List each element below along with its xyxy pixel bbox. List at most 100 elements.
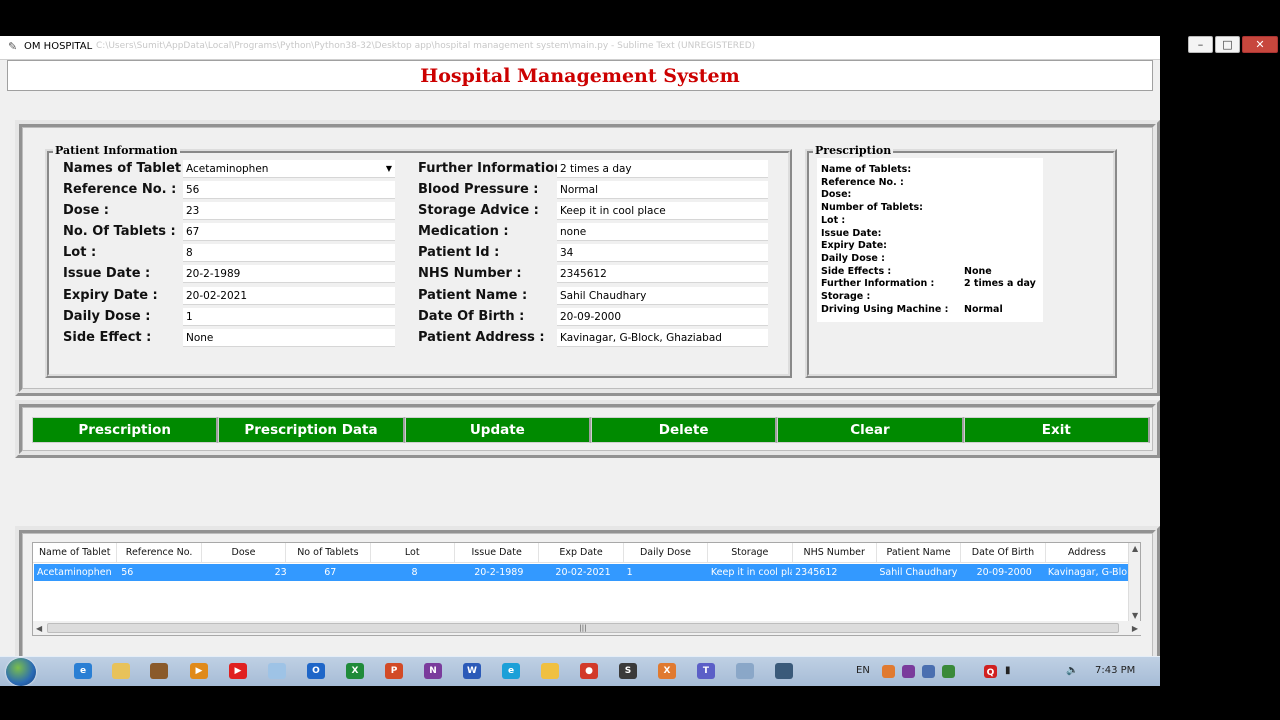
column-header[interactable]: Lot xyxy=(371,543,455,562)
exit-button[interactable]: Exit xyxy=(963,417,1150,443)
horizontal-scrollbar[interactable]: ◀ ||| ▶ xyxy=(33,621,1141,635)
column-header[interactable]: Dose xyxy=(202,543,287,562)
word-icon[interactable]: W xyxy=(463,663,481,679)
chrome-icon[interactable]: ● xyxy=(580,663,598,679)
teams-icon[interactable]: T xyxy=(697,663,715,679)
prescription-button[interactable]: Prescription xyxy=(32,417,219,443)
left-input[interactable]: 20-2-1989 xyxy=(183,265,395,283)
horizontal-scroll-thumb[interactable]: ||| xyxy=(47,623,1119,633)
left-input[interactable]: None xyxy=(183,329,395,347)
maximize-button[interactable]: □ xyxy=(1215,36,1240,53)
left-input[interactable]: 23 xyxy=(183,202,395,220)
prescription-preview: Name of Tablets: Reference No. : Dose: Numb… xyxy=(817,158,1043,322)
tk-window-icon[interactable] xyxy=(775,663,793,679)
clock[interactable]: 7:43 PM xyxy=(1095,665,1135,676)
xampp-icon[interactable]: X xyxy=(658,663,676,679)
close-button[interactable]: ✕ xyxy=(1242,36,1278,53)
tray-quickheal-icon[interactable]: Q xyxy=(984,665,997,678)
left-input[interactable]: 20-02-2021 xyxy=(183,287,395,305)
vertical-scrollbar[interactable]: ▲ ▼ xyxy=(1128,543,1140,621)
prescription-table[interactable]: Name of Tablet Reference No. Dose No of Tab… xyxy=(32,542,1141,636)
left-label: Daily Dose : xyxy=(63,309,151,324)
left-input-value: None xyxy=(186,332,214,344)
tray-app-icon[interactable] xyxy=(882,665,895,678)
player-icon[interactable]: ▶ xyxy=(190,663,208,679)
left-label: Names of Tablet : xyxy=(63,161,191,176)
column-header[interactable]: Issue Date xyxy=(455,543,540,562)
outlook-icon[interactable]: O xyxy=(307,663,325,679)
right-input[interactable]: none xyxy=(557,223,768,241)
tray-sync-icon[interactable] xyxy=(942,665,955,678)
prescription-line-label: Number of Tablets: xyxy=(821,202,923,214)
column-header[interactable]: No of Tablets xyxy=(286,543,371,562)
right-input[interactable]: 34 xyxy=(557,244,768,262)
taskbar: e ▶ ▶ O X P N W e ● S X T EN Q ▮ 🔈 7:43 … xyxy=(0,656,1160,686)
left-input[interactable]: 8 xyxy=(183,244,395,262)
right-input[interactable]: 2345612 xyxy=(557,265,768,283)
column-header[interactable]: Name of Tablet xyxy=(33,543,118,562)
left-input-value: 23 xyxy=(186,205,200,217)
scroll-up-icon[interactable]: ▲ xyxy=(1132,544,1138,553)
column-header[interactable]: Patient Name xyxy=(877,543,962,562)
left-input-value: 20-2-1989 xyxy=(186,268,241,280)
powerpoint-icon[interactable]: P xyxy=(385,663,403,679)
scroll-left-icon[interactable]: ◀ xyxy=(36,624,42,633)
right-input[interactable]: 20-09-2000 xyxy=(557,308,768,326)
prescription-line-label: Daily Dose : xyxy=(821,252,885,264)
column-header[interactable]: Exp Date xyxy=(539,543,624,562)
table-cell: 56 xyxy=(121,567,134,578)
column-header[interactable]: Storage xyxy=(708,543,793,562)
clear-button[interactable]: Clear xyxy=(777,417,964,443)
folder-icon[interactable] xyxy=(112,663,130,679)
app-icon[interactable] xyxy=(541,663,559,679)
chevron-down-icon[interactable]: ▼ xyxy=(386,160,392,177)
signal-icon[interactable]: ▮ xyxy=(1005,665,1011,676)
right-input[interactable]: Sahil Chaudhary xyxy=(557,287,768,305)
table-row[interactable]: Acetaminophen 56 23 67 8 20-2-1989 20-02-2021 1… xyxy=(34,564,1128,581)
feather-icon: ✎ xyxy=(8,40,18,53)
right-input[interactable]: Kavinagar, G-Block, Ghaziabad xyxy=(557,329,768,347)
language-indicator[interactable]: EN xyxy=(856,665,870,676)
right-input[interactable]: Normal xyxy=(557,181,768,199)
tray-network-icon[interactable] xyxy=(922,665,935,678)
right-input[interactable]: 2 times a day xyxy=(557,160,768,178)
column-header[interactable]: Daily Dose xyxy=(624,543,709,562)
sublime-icon[interactable]: S xyxy=(619,663,637,679)
column-header[interactable]: Date Of Birth xyxy=(961,543,1046,562)
python-feather-icon[interactable] xyxy=(736,663,754,679)
volume-icon[interactable]: 🔈 xyxy=(1066,665,1078,676)
delete-button[interactable]: Delete xyxy=(590,417,778,443)
media-icon[interactable] xyxy=(150,663,168,679)
left-label: Expiry Date : xyxy=(63,288,158,303)
ie-icon[interactable]: e xyxy=(74,663,92,679)
left-input[interactable]: 1 xyxy=(183,308,395,326)
scroll-down-icon[interactable]: ▼ xyxy=(1132,611,1138,620)
tray-nvidia-icon[interactable] xyxy=(902,665,915,678)
table-cell: 67 xyxy=(324,567,337,578)
tablet-dropdown[interactable]: Acetaminophen ▼ xyxy=(183,160,395,178)
start-button[interactable] xyxy=(6,658,36,686)
column-header[interactable]: NHS Number xyxy=(793,543,877,562)
prescription-line-value: None xyxy=(964,265,992,277)
button-bar: Prescription Prescription Data Update Delet… xyxy=(32,417,1150,443)
left-input[interactable]: 56 xyxy=(183,181,395,199)
edge-icon[interactable]: e xyxy=(502,663,520,679)
left-input[interactable]: 67 xyxy=(183,223,395,241)
right-input[interactable]: Keep it in cool place xyxy=(557,202,768,220)
minimize-button[interactable]: – xyxy=(1188,36,1213,53)
update-button[interactable]: Update xyxy=(404,417,591,443)
left-input-value: 56 xyxy=(186,184,200,196)
column-header[interactable]: Reference No. xyxy=(117,543,202,562)
onenote-icon[interactable]: N xyxy=(424,663,442,679)
left-input-value: 67 xyxy=(186,226,200,238)
prescription-data-button[interactable]: Prescription Data xyxy=(218,417,405,443)
scroll-right-icon[interactable]: ▶ xyxy=(1132,624,1138,633)
excel-icon[interactable]: X xyxy=(346,663,364,679)
window-title: OM HOSPITAL xyxy=(24,41,93,52)
left-label: Issue Date : xyxy=(63,266,151,281)
window-path: C:\Users\Sumit\AppData\Local\Programs\Py… xyxy=(96,41,756,51)
right-label: Patient Name : xyxy=(418,288,528,303)
notepad-icon[interactable] xyxy=(268,663,286,679)
youtube-icon[interactable]: ▶ xyxy=(229,663,247,679)
column-header[interactable]: Address xyxy=(1046,543,1130,562)
